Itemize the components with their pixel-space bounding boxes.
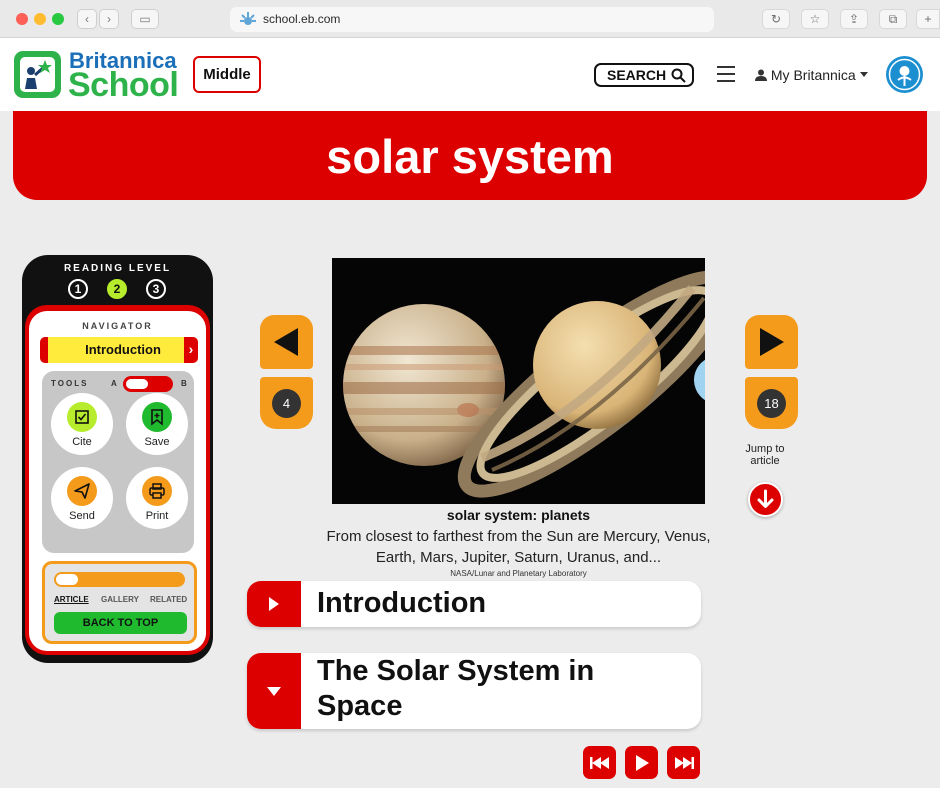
address-bar[interactable]: school.eb.com (230, 7, 714, 32)
skip-forward-icon (674, 756, 694, 769)
reading-level-label: READING LEVEL (63, 263, 172, 274)
menu-icon[interactable] (717, 66, 735, 82)
skip-back-icon (589, 756, 609, 769)
tools-panel: TOOLS A B Cite Save Send Print (42, 371, 194, 553)
image-caption-title: solar system: planets (446, 507, 591, 523)
school-level-badge[interactable]: Middle (193, 56, 261, 93)
user-icon (755, 69, 767, 81)
gallery-image[interactable] (332, 258, 705, 504)
cite-button[interactable]: Cite (51, 393, 113, 455)
zoom-window-button[interactable] (52, 13, 64, 25)
search-icon (671, 68, 686, 83)
play-icon (635, 754, 649, 771)
reading-toolbox: READING LEVEL 1 2 3 NAVIGATOR Introducti… (22, 255, 213, 663)
tab-gallery[interactable]: GALLERY (101, 595, 139, 604)
tabs-overview-icon[interactable]: ⧉ (879, 9, 907, 29)
new-tab-icon[interactable]: + (916, 9, 940, 29)
arrow-down-icon (757, 489, 774, 508)
reading-level-1-button[interactable]: 1 (68, 279, 88, 299)
paper-plane-icon (67, 476, 97, 506)
send-label: Send (69, 510, 95, 522)
section-introduction-title: Introduction (317, 587, 487, 619)
search-button[interactable]: SEARCH (594, 63, 694, 87)
image-caption-text: From closest to farthest from the Sun ar… (326, 528, 711, 566)
url-text: school.eb.com (263, 12, 341, 26)
minimize-window-button[interactable] (34, 13, 46, 25)
article-title-banner: solar system (13, 111, 927, 200)
tab-related[interactable]: RELATED (150, 595, 187, 604)
back-to-top-button[interactable]: BACK TO TOP (54, 612, 187, 634)
ab-toggle-switch[interactable] (123, 376, 173, 392)
skip-forward-button[interactable] (667, 746, 700, 779)
jump-to-article-button[interactable] (748, 482, 783, 517)
cite-checkbox-icon (67, 402, 97, 432)
navigator-select[interactable]: Introduction › (40, 337, 198, 363)
print-button[interactable]: Print (126, 467, 188, 529)
reload-icon[interactable]: ↻ (762, 9, 790, 29)
chevron-down-icon[interactable] (860, 72, 868, 77)
britannica-logo-icon[interactable] (14, 51, 61, 98)
my-britannica-menu[interactable]: My Britannica (755, 67, 856, 83)
section-slider[interactable] (54, 572, 185, 587)
section-solar-system-in-space-title: The Solar System in Space (317, 655, 595, 722)
gallery-next-button[interactable] (745, 315, 798, 369)
tools-label: TOOLS (51, 379, 89, 388)
browser-toolbar: ‹ › ▭ school.eb.com ↻ ☆ ⇪ ⧉ + (0, 0, 940, 38)
caret-down-icon (267, 687, 281, 696)
forward-icon[interactable]: › (99, 9, 119, 29)
bookmark-star-icon[interactable]: ☆ (801, 9, 829, 29)
bookmark-add-icon (142, 402, 172, 432)
navigator-panel: NAVIGATOR Introduction › TOOLS A B Cite (25, 305, 210, 655)
search-label: SEARCH (607, 67, 667, 83)
tab-article[interactable]: ARTICLE (54, 595, 89, 604)
gallery-next-count[interactable]: 18 (745, 377, 798, 429)
navigator-selected-label: Introduction (85, 342, 161, 357)
caret-right-icon (269, 597, 279, 611)
institution-thistle-icon[interactable] (886, 56, 923, 93)
print-label: Print (145, 510, 169, 522)
section-solar-system-in-space[interactable]: The Solar System in Space (247, 653, 701, 729)
image-credit: NASA/Lunar and Planetary Laboratory (450, 569, 587, 578)
close-window-button[interactable] (16, 13, 28, 25)
logo-wordmark-school: School (68, 66, 179, 104)
gallery-prev-count[interactable]: 4 (260, 377, 313, 429)
skip-back-button[interactable] (583, 746, 616, 779)
article-title: solar system (326, 130, 614, 183)
send-button[interactable]: Send (51, 467, 113, 529)
chevron-right-icon[interactable]: › (184, 337, 198, 363)
save-button[interactable]: Save (126, 393, 188, 455)
cite-label: Cite (72, 436, 92, 448)
my-britannica-label: My Britannica (770, 67, 856, 83)
triangle-right-icon (760, 328, 784, 356)
prev-count-badge: 4 (272, 389, 301, 418)
reading-level-2-button[interactable]: 2 (107, 279, 127, 299)
play-button[interactable] (625, 746, 658, 779)
printer-icon (142, 476, 172, 506)
navigator-label: NAVIGATOR (82, 321, 153, 331)
toggle-b-label: B (181, 379, 187, 388)
sidebar-toggle-icon[interactable]: ▭ (131, 9, 159, 29)
section-switcher: ARTICLE GALLERY RELATED BACK TO TOP (42, 561, 197, 644)
share-icon[interactable]: ⇪ (840, 9, 868, 29)
save-label: Save (144, 436, 170, 448)
reading-level-3-button[interactable]: 3 (146, 279, 166, 299)
back-icon[interactable]: ‹ (77, 9, 97, 29)
planets-image (343, 270, 705, 498)
gallery-prev-button[interactable] (260, 315, 313, 369)
site-favicon-icon (240, 12, 256, 25)
site-header: Britannica School Middle SEARCH My Brita… (0, 38, 940, 111)
section-introduction[interactable]: Introduction (247, 581, 701, 627)
triangle-left-icon (274, 328, 298, 356)
jump-to-article-label: Jump to article (745, 443, 785, 467)
toggle-a-label: A (111, 379, 117, 388)
next-count-badge: 18 (757, 389, 786, 418)
